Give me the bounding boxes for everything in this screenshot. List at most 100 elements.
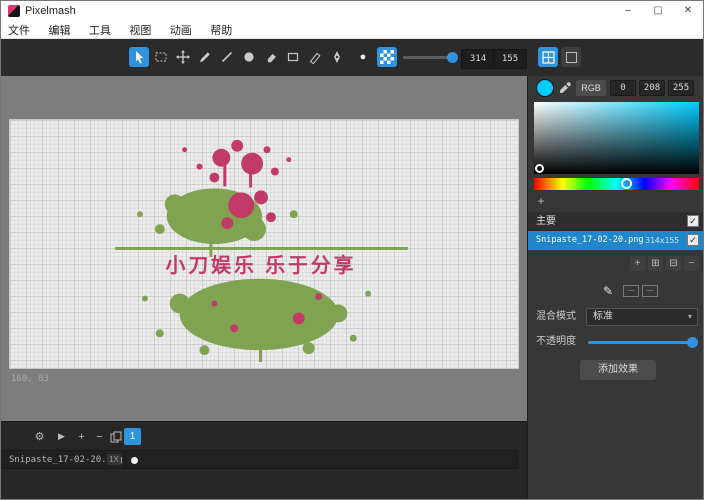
- saturation-value-picker[interactable]: [534, 102, 699, 174]
- mask-button-2[interactable]: —: [642, 285, 658, 297]
- menu-help[interactable]: 帮助: [203, 23, 239, 40]
- remove-frame-button[interactable]: −: [91, 428, 108, 445]
- rectangle-tool[interactable]: [283, 47, 303, 67]
- marquee-select-tool[interactable]: [151, 47, 171, 67]
- blend-mode-label: 混合模式: [536, 308, 576, 326]
- artwork-slogan-text: 小刀娱乐 乐于分享: [166, 254, 357, 277]
- eraser-tool[interactable]: [261, 47, 281, 67]
- artwork-magenta-top: [182, 140, 291, 188]
- play-icon: ▶: [58, 431, 65, 442]
- blend-mode-value: 标准: [593, 309, 613, 325]
- layer-row-image[interactable]: Snipaste_17-02-20.png 314x155 ✓: [528, 231, 704, 250]
- brush-size-slider[interactable]: [403, 56, 455, 59]
- add-effect-button[interactable]: 添加效果: [580, 360, 656, 380]
- timeline-settings-button[interactable]: ⚙: [31, 428, 48, 445]
- artwork-green-mid: [137, 188, 298, 256]
- move-tool[interactable]: [173, 47, 193, 67]
- group-remove-button[interactable]: ⊟: [666, 256, 681, 271]
- canvas-area: 小刀娱乐 乐于分享 160, 83: [1, 76, 527, 421]
- add-frame-button[interactable]: +: [73, 428, 90, 445]
- square-icon: [566, 52, 577, 63]
- layer-visibility-checkbox[interactable]: ✓: [687, 215, 699, 227]
- gear-icon: ⚙: [35, 430, 45, 443]
- satval-marker[interactable]: [535, 164, 544, 173]
- opacity-slider[interactable]: [588, 341, 696, 344]
- artwork-underline: [115, 247, 408, 250]
- color-mode-button[interactable]: RGB: [576, 80, 606, 96]
- opacity-handle[interactable]: [687, 337, 698, 348]
- sidebar: RGB 0 208 255 + 主要 ✓ Snipaste_17-02-20.p…: [528, 76, 704, 500]
- pixelmash-window: Pixelmash – ▢ ✕ 文件 编辑 工具 视图 动画 帮助: [0, 0, 704, 500]
- menu-view[interactable]: 视图: [122, 23, 158, 40]
- menu-edit[interactable]: 编辑: [41, 23, 77, 40]
- panel-toggle-button[interactable]: [561, 47, 581, 67]
- menu-tools[interactable]: 工具: [82, 23, 118, 40]
- timeline-layer-name: Snipaste_17-02-20.png: [9, 451, 123, 469]
- pen-tool[interactable]: [327, 47, 347, 67]
- frame-1-button[interactable]: 1: [124, 428, 141, 445]
- eyedropper-button[interactable]: [558, 81, 572, 95]
- pencil-tool[interactable]: [195, 47, 215, 67]
- opacity-label: 不透明度: [536, 334, 576, 350]
- shading-tool[interactable]: [239, 47, 259, 67]
- timeline-layer-row[interactable]: Snipaste_17-02-20.png 1X: [1, 450, 519, 469]
- minus-icon: −: [96, 431, 102, 443]
- blend-mode-select[interactable]: 标准 ▾: [586, 308, 698, 326]
- mask-button-1[interactable]: —: [623, 285, 639, 297]
- height-input[interactable]: [493, 49, 527, 69]
- green-value-box[interactable]: 208: [639, 80, 665, 96]
- knife-icon: [308, 50, 322, 64]
- line-tool[interactable]: [217, 47, 237, 67]
- layer-row-main[interactable]: 主要 ✓: [528, 212, 704, 231]
- add-layer-button[interactable]: +: [630, 256, 645, 271]
- cursor-tool[interactable]: [129, 47, 149, 67]
- add-swatch-button[interactable]: +: [534, 194, 548, 208]
- pixel-canvas[interactable]: 小刀娱乐 乐于分享: [9, 119, 519, 369]
- titlebar: Pixelmash – ▢ ✕: [1, 1, 703, 21]
- app-icon: [8, 5, 20, 17]
- brush-shape-circle-button[interactable]: ●: [353, 47, 373, 67]
- layer-name: 主要: [536, 212, 556, 231]
- red-value-box[interactable]: 0: [610, 80, 636, 96]
- minimize-button[interactable]: –: [613, 1, 643, 21]
- pencil-icon: [198, 50, 212, 64]
- grid-icon: [542, 51, 555, 64]
- knife-tool[interactable]: [305, 47, 325, 67]
- group-add-button[interactable]: ⊞: [648, 256, 663, 271]
- layer-visibility-checkbox[interactable]: ✓: [687, 234, 699, 246]
- keyframe-dot[interactable]: [131, 457, 138, 464]
- hue-marker[interactable]: [621, 178, 632, 189]
- blue-value-box[interactable]: 255: [668, 80, 694, 96]
- grid-view-button[interactable]: [538, 47, 558, 67]
- checker-icon: [380, 50, 394, 64]
- duplicate-frame-button[interactable]: [107, 428, 124, 445]
- canvas-coordinates: 160, 83: [11, 374, 49, 384]
- cursor-icon: [132, 50, 146, 64]
- checker-pattern-button[interactable]: [377, 47, 397, 67]
- hue-slider[interactable]: [534, 178, 699, 190]
- eraser-icon: [264, 50, 278, 64]
- layer-name: Snipaste_17-02-20.png: [536, 231, 643, 250]
- pencil-effect-icon: ✎: [603, 284, 613, 298]
- menubar: 文件 编辑 工具 视图 动画 帮助: [1, 21, 703, 39]
- toolbar: ●: [1, 39, 703, 76]
- marquee-icon: [154, 50, 168, 64]
- menu-file[interactable]: 文件: [1, 23, 37, 40]
- layer-size: 314x155: [645, 231, 679, 250]
- close-button[interactable]: ✕: [673, 1, 703, 21]
- circle-brush-icon: ●: [360, 51, 367, 63]
- color-swatch[interactable]: [536, 79, 554, 97]
- rectangle-icon: [286, 50, 300, 64]
- slider-handle[interactable]: [447, 52, 458, 63]
- line-icon: [220, 50, 234, 64]
- move-icon: [176, 50, 190, 64]
- maximize-button[interactable]: ▢: [643, 1, 673, 21]
- delete-layer-button[interactable]: −: [684, 256, 699, 271]
- layer-effect-button[interactable]: ✎: [598, 282, 618, 300]
- width-input[interactable]: [461, 49, 495, 69]
- artwork: 小刀娱乐 乐于分享: [10, 120, 518, 368]
- timeline-scale-badge[interactable]: 1X: [107, 454, 121, 465]
- window-title: Pixelmash: [25, 1, 76, 21]
- play-button[interactable]: ▶: [53, 428, 70, 445]
- menu-animation[interactable]: 动画: [163, 23, 199, 40]
